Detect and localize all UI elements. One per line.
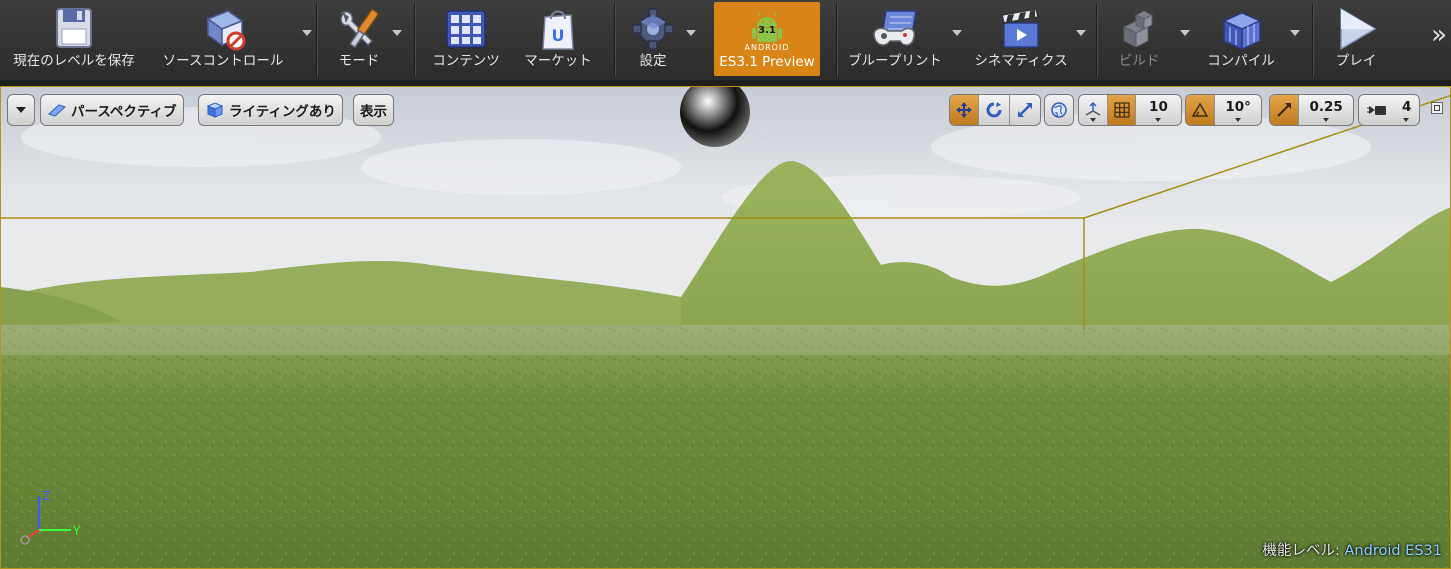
save-level-button[interactable]: 現在のレベルを保存 [0, 0, 148, 78]
blueprint-icon [873, 10, 917, 46]
perspective-button[interactable]: パースペクティブ [40, 94, 184, 126]
maximize-viewport-button[interactable] [1431, 102, 1443, 114]
viewport-options-button[interactable] [7, 94, 35, 126]
floppy-disk-icon [56, 8, 92, 48]
chevron-down-icon [686, 30, 696, 36]
compile-dropdown[interactable] [1288, 0, 1304, 80]
content-browser-icon [446, 10, 486, 48]
source-control-dropdown[interactable] [298, 0, 316, 80]
show-flags-button[interactable]: 表示 [353, 94, 394, 126]
axis-gizmo: Z Y [20, 489, 81, 545]
chevron-down-icon [1076, 30, 1086, 36]
camera-speed-group[interactable]: 4 [1358, 94, 1420, 126]
x-axis-line [26, 529, 40, 539]
show-flags-label: 表示 [360, 104, 387, 120]
scale-icon [1017, 103, 1032, 117]
build-dropdown[interactable] [1180, 0, 1194, 80]
grid-snap-toggle[interactable] [1108, 95, 1136, 125]
chevron-down-icon [1323, 118, 1330, 122]
blueprints-dropdown[interactable] [952, 0, 966, 80]
preview-badge: 3.1 [758, 25, 776, 36]
cinematics-dropdown[interactable] [1076, 0, 1090, 80]
scale-snap-toggle[interactable] [1270, 95, 1300, 125]
content-button[interactable]: コンテンツ [416, 0, 516, 78]
chevron-down-icon [1155, 118, 1162, 122]
blueprints-button[interactable]: ブループリント [838, 0, 952, 78]
level-viewport[interactable]: パースペクティブ ライティングあり 表示 10 10° 0.25 4 Z Y 機… [0, 86, 1451, 569]
feature-level-label: 機能レベル: [1262, 543, 1340, 559]
rotate-tool[interactable] [979, 95, 1010, 125]
android-brand-text: ANDROID [744, 43, 790, 52]
scale-tool[interactable] [1010, 95, 1040, 125]
angle-icon [1191, 102, 1209, 117]
surface-snap-icon [1085, 101, 1101, 116]
camera-icon [1366, 106, 1386, 115]
world-space-button[interactable] [1045, 95, 1073, 125]
maximize-icon [1434, 105, 1440, 111]
build-button[interactable]: ビルド [1098, 0, 1180, 78]
main-toolbar: 現在のレベルを保存 ソースコントロール モード コンテンツ U マーケット 設定… [0, 0, 1451, 80]
move-arrows-icon [956, 102, 973, 118]
z-axis-label: Z [42, 489, 50, 503]
shopping-bag-icon: U [542, 10, 574, 50]
play-button[interactable]: プレイ [1314, 0, 1398, 78]
settings-button[interactable]: 設定 [616, 0, 696, 78]
camera-speed-value: 4 [1401, 99, 1412, 115]
chevron-down-icon [1403, 118, 1409, 122]
chevron-down-icon [16, 107, 26, 113]
grid-snap-value-text: 10 [1149, 99, 1168, 115]
scale-snap-icon [1277, 103, 1292, 117]
lighting-mode-button[interactable]: ライティングあり [198, 94, 343, 126]
grid-icon [1114, 102, 1130, 118]
cinematics-button[interactable]: シネマティクス [966, 0, 1076, 78]
chevron-down-icon [1180, 30, 1190, 36]
rotation-snap-group: 10° [1185, 94, 1262, 126]
source-control-off-icon [206, 10, 246, 51]
chevron-down-icon [302, 30, 312, 36]
marketplace-button[interactable]: U マーケット [516, 0, 600, 78]
modes-button[interactable]: モード [318, 0, 402, 78]
gear-icon [632, 8, 674, 50]
es31-preview-label: ES3.1 Preview [719, 54, 815, 70]
build-blocks-icon [1122, 10, 1154, 48]
transform-tools-group [949, 94, 1041, 126]
tools-icon [340, 9, 379, 48]
chevron-down-icon [1290, 30, 1300, 36]
perspective-view-icon [48, 104, 66, 117]
coordinate-space-toggle[interactable] [1044, 94, 1074, 126]
rotation-snap-toggle[interactable] [1186, 95, 1216, 125]
chevron-down-icon [952, 30, 962, 36]
compile-button[interactable]: コンパイル [1194, 0, 1288, 78]
svg-text:U: U [552, 26, 565, 45]
surface-snap-button[interactable] [1079, 95, 1109, 125]
lighting-mode-label: ライティングあり [229, 104, 336, 120]
chevron-down-icon [1090, 118, 1097, 122]
grid-snap-group: 10 [1078, 94, 1182, 126]
scale-snap-group: 0.25 [1269, 94, 1354, 126]
compile-blocks-icon [1222, 12, 1262, 51]
globe-icon [1051, 102, 1067, 118]
source-control-button[interactable]: ソースコントロール [148, 0, 298, 78]
y-axis-label: Y [72, 524, 81, 538]
translate-tool[interactable] [950, 95, 980, 125]
play-icon [1340, 7, 1377, 51]
scale-snap-value[interactable]: 0.25 [1299, 95, 1353, 125]
clapperboard-icon [1001, 8, 1039, 48]
chevron-down-icon [1235, 118, 1242, 122]
rotation-snap-value-text: 10° [1225, 99, 1251, 115]
chevron-down-icon [392, 30, 402, 36]
rotate-icon [986, 102, 1002, 118]
camera-speed-button[interactable]: 4 [1359, 95, 1419, 125]
toolbar-overflow-icon[interactable]: » [1431, 20, 1447, 50]
lit-cube-icon [206, 102, 224, 118]
x-axis-marker [20, 535, 30, 545]
es31-preview-button[interactable]: 3.1 ANDROID ES3.1 Preview [714, 2, 820, 76]
grid-snap-value[interactable]: 10 [1136, 95, 1181, 125]
rotation-snap-value[interactable]: 10° [1215, 95, 1261, 125]
landscape-scene [1, 87, 1450, 568]
feature-level-value: Android ES31 [1344, 543, 1443, 559]
perspective-label: パースペクティブ [71, 104, 177, 120]
scale-snap-value-text: 0.25 [1309, 99, 1343, 115]
feature-level-indicator: 機能レベル: Android ES31 [1263, 539, 1443, 560]
